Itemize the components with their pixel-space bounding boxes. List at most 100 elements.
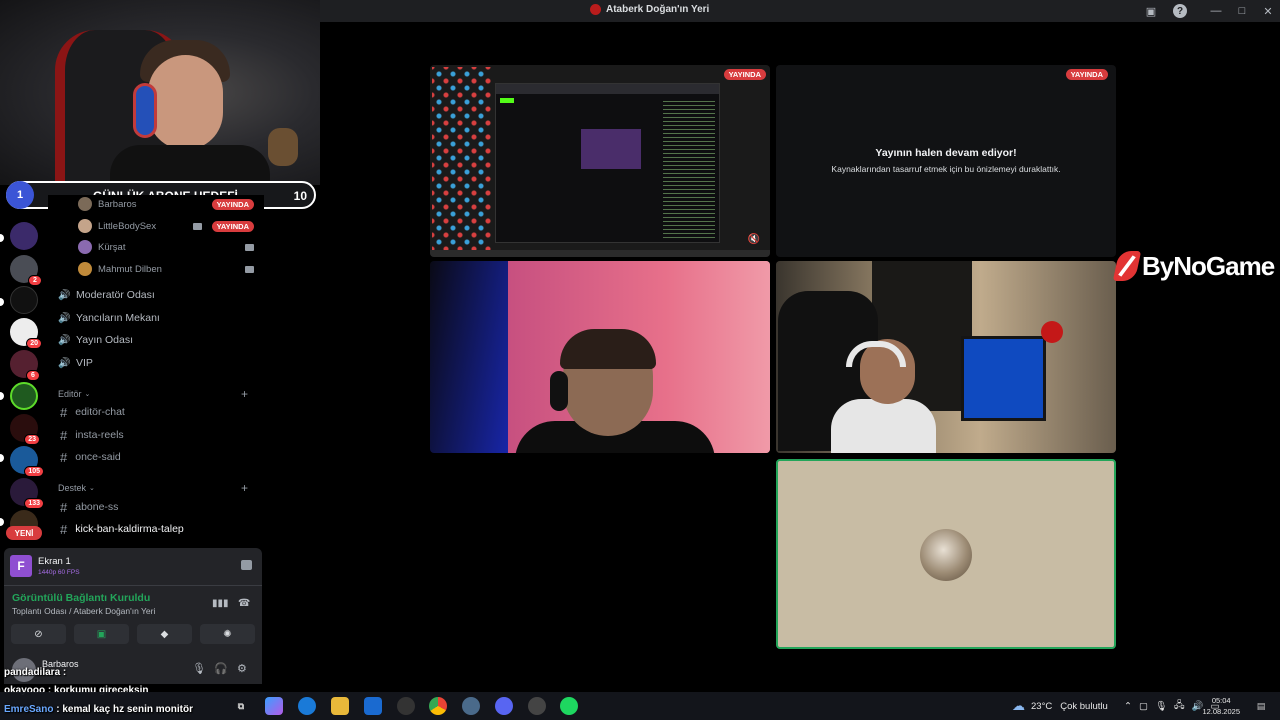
microphone-icon[interactable]: 🎙 (192, 662, 206, 676)
mute-icon[interactable]: 🔇 (748, 234, 760, 245)
voice-channel-moderator[interactable]: 🔊 Moderatör Odası (58, 285, 155, 305)
window-title-text: Ataberk Doğan'ın Yeri (606, 4, 710, 15)
speaker-icon: 🔊 (58, 358, 71, 369)
hash-icon: # (60, 449, 68, 465)
brand-name: ByNoGame (1142, 250, 1275, 281)
voice-channel-vip[interactable]: 🔊 VIP (58, 353, 93, 373)
copilot-icon[interactable] (265, 697, 283, 715)
desktop-icons (432, 67, 492, 253)
kick-logo (500, 98, 514, 103)
server-icon[interactable]: 6 (10, 350, 40, 381)
voice-member[interactable]: Mahmut Dilben (78, 260, 258, 278)
task-view-icon[interactable]: ⧉ (232, 697, 250, 715)
clock[interactable]: 05:04 12.08.2025 (1202, 695, 1240, 717)
chat-message: pandadilara : (4, 667, 67, 678)
help-icon[interactable]: ? (1173, 4, 1187, 18)
inbox-icon[interactable]: ▣ (1144, 4, 1158, 18)
voice-channel-yancilar[interactable]: 🔊 Yancıların Mekanı (58, 308, 160, 328)
signal-icon[interactable]: ▮▮▮ (212, 598, 229, 609)
voice-channel-yayin[interactable]: 🔊 Yayın Odası (58, 330, 133, 350)
hash-icon: # (60, 521, 68, 537)
xbox-icon[interactable] (397, 697, 415, 715)
server-icon[interactable]: 23 (10, 414, 40, 445)
server-icon[interactable] (10, 286, 38, 314)
spotify-icon[interactable] (560, 697, 578, 715)
voice-member[interactable]: LittleBodySex YAYINDA (78, 217, 258, 235)
window-title: Ataberk Doğan'ın Yeri (590, 4, 709, 15)
stream-tile-screen[interactable]: YAYINDA 🔇 (430, 65, 770, 257)
headphones-icon[interactable]: 🎧 (214, 662, 228, 676)
browser-tab-bar (496, 84, 719, 94)
avatar (78, 197, 92, 211)
stream-video (581, 129, 641, 169)
unread-pill (0, 518, 4, 526)
unread-pill (0, 454, 4, 462)
new-badge[interactable]: YENİ (6, 526, 42, 540)
text-channel-abone-ss[interactable]: # abone-ss (60, 497, 118, 517)
add-channel-icon[interactable]: + (241, 387, 248, 401)
camera-tile-2[interactable] (776, 261, 1116, 453)
text-channel-label: kick-ban-kaldirma-talep (75, 523, 184, 535)
connection-status[interactable]: Görüntülü Bağlantı Kuruldu (12, 592, 150, 604)
text-channel-kick-ban[interactable]: # kick-ban-kaldirma-talep (60, 519, 184, 539)
file-explorer-icon[interactable] (331, 697, 349, 715)
avatar-tile-speaking[interactable] (776, 459, 1116, 649)
server-logo-icon (590, 4, 601, 15)
network-icon[interactable]: 🖧 (1174, 698, 1185, 714)
server-icon[interactable] (10, 382, 38, 410)
live-badge: YAYINDA (211, 198, 254, 210)
outlook-icon[interactable] (364, 697, 382, 715)
edge-icon[interactable] (298, 697, 316, 715)
voice-member[interactable]: Barbaros YAYINDA (78, 195, 258, 213)
soundboard-button[interactable]: ✺ (200, 624, 255, 644)
category-editor[interactable]: Editör ⌄ + (58, 387, 258, 401)
chat-text: kemal kaç hz senin monitör (62, 704, 193, 715)
paused-title: Yayının halen devam ediyor! (875, 147, 1017, 159)
bynogame-mark-icon (1112, 251, 1142, 281)
member-name: Kürşat (98, 241, 126, 253)
member-name: Barbaros (98, 198, 137, 210)
camera-tile-1[interactable] (430, 261, 770, 453)
streamer-face (148, 55, 223, 150)
chrome-icon[interactable] (429, 697, 447, 715)
server-icon[interactable]: 105 (10, 446, 44, 477)
weather-widget[interactable]: ☁ 23°C Çok bulutlu (1012, 692, 1108, 720)
connection-room[interactable]: Toplantı Odası / Ataberk Doğan'ın Yeri (12, 606, 155, 616)
tray-app-icon[interactable]: ▢ (1139, 701, 1148, 712)
soundboard-icon: ✺ (223, 628, 232, 640)
gear-icon[interactable]: ⚙ (237, 662, 249, 676)
text-channel-once-said[interactable]: # once-said (60, 447, 121, 467)
voice-member[interactable]: Kürşat (78, 238, 258, 256)
app-icon[interactable] (462, 697, 480, 715)
disconnect-icon[interactable]: ☎ (238, 598, 250, 609)
screen-share-button[interactable]: ▣ (74, 624, 129, 644)
unread-pill (0, 234, 4, 242)
tray-chevron-icon[interactable]: ⌃ (1124, 701, 1132, 712)
server-icon[interactable]: 133 (10, 478, 44, 509)
minimize-button[interactable]: — (1204, 0, 1228, 22)
server-icon[interactable] (10, 222, 38, 250)
screen-name: Ekran 1 (38, 556, 71, 567)
camera-toggle-button[interactable]: ⊘ (11, 624, 66, 644)
server-icon[interactable]: 20 (10, 318, 42, 349)
maximize-button[interactable]: □ (1230, 0, 1254, 22)
stream-tile-paused[interactable]: YAYINDA Yayının halen devam ediyor! Kayn… (776, 65, 1116, 257)
obs-icon[interactable] (528, 697, 546, 715)
stop-share-icon[interactable] (241, 560, 252, 570)
server-icon[interactable]: 2 (10, 255, 42, 286)
text-channel-editor-chat[interactable]: # editör-chat (60, 402, 125, 422)
mention-badge: 6 (26, 370, 40, 381)
activities-button[interactable]: ◆ (137, 624, 192, 644)
live-badge: YAYINDA (1065, 69, 1108, 80)
avatar (78, 262, 92, 276)
participant-avatar (920, 529, 972, 581)
microphone-tray-icon[interactable]: 🎙 (1155, 701, 1167, 712)
category-destek[interactable]: Destek ⌄ + (58, 481, 258, 495)
text-channel-insta-reels[interactable]: # insta-reels (60, 425, 124, 445)
add-channel-icon[interactable]: + (241, 481, 248, 495)
cloud-icon: ☁ (1012, 698, 1025, 713)
discord-icon[interactable] (495, 697, 513, 715)
close-button[interactable]: ✕ (1256, 0, 1280, 22)
voice-channel-label: Moderatör Odası (76, 289, 155, 301)
notifications-icon[interactable]: ▤ (1252, 697, 1270, 715)
